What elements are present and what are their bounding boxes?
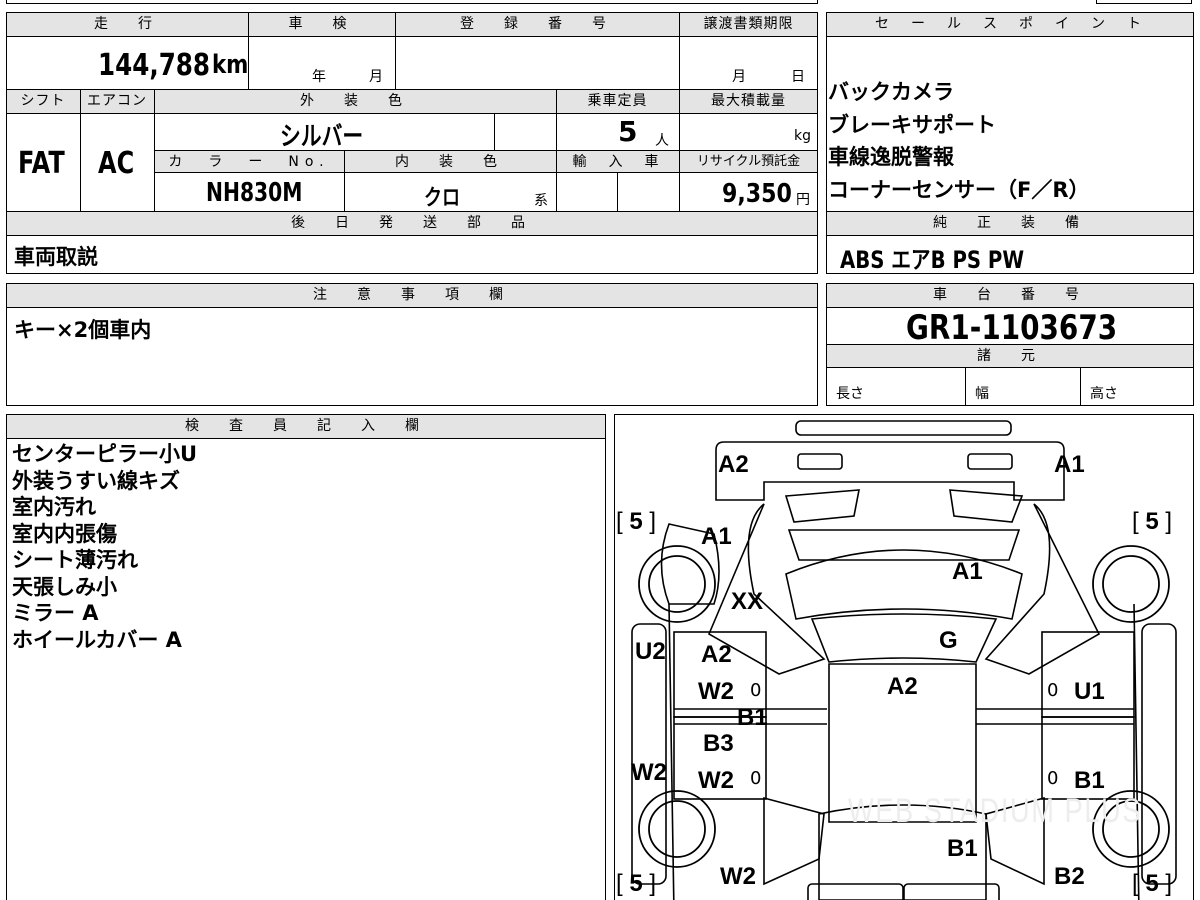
exterior-color-value: シルバー [280,122,364,152]
mark-left-pillar: XX [731,588,764,615]
sales-point-item: バックカメラ [828,80,954,104]
inspector-item: ミラー A [12,601,99,625]
recycle-unit: 円 [796,192,810,208]
mark-rear-left: A2 [718,451,749,478]
mark-left-door-top: A2 [701,641,732,668]
sales-point-item: ブレーキサポート [828,112,996,137]
ac-header: エアコン [87,93,147,109]
spec-length-label: 長さ [836,386,864,402]
inspector-header: 検 査 員 記 入 欄 [185,418,427,434]
later-parts-header: 後 日 発 送 部 品 [291,215,533,231]
top-strip [6,0,818,4]
inspector-list: センターピラー小U 外装うすい線キズ 室内汚れ 室内内張傷 シート薄汚れ 天張し… [12,441,197,653]
exterior-color-header: 外 装 色 [300,93,410,109]
recycle-header: リサイクル預託金 [696,154,801,169]
transfer-deadline-header: 譲渡書類期限 [703,16,794,32]
mark-front-right: B2 [1054,863,1085,890]
interior-color-value: クロ [424,186,461,211]
notes-header: 注 意 事 項 欄 [313,287,511,303]
genuine-equipment-header: 純 正 装 備 [933,215,1087,231]
mark-rear-right: A1 [1054,451,1085,478]
top-strip-right [1096,0,1192,4]
inspector-item: 室内内張傷 [12,521,117,546]
mark-left-mid: B1 [737,704,768,731]
inspector-item: 外装うすい線キズ [12,468,180,493]
color-no-header: カ ラ ー No. [168,154,330,170]
tire-front-right: [ 5 ] [1132,870,1173,897]
inspector-item: 室内汚れ [12,495,96,519]
later-parts-value: 車両取説 [14,245,98,269]
mark-rear-glass: G [939,627,958,654]
genuine-equipment-value: ABS エアB PS PW [840,246,1025,274]
sales-points-list: バックカメラ ブレーキサポート 車線逸脱警報 コーナーセンサー（F／R） [828,79,1090,203]
spec-header: 諸 元 [977,348,1043,364]
tire-front-left: [ 5 ] [616,870,657,897]
mark-left-quarter: A1 [701,523,732,550]
mark-left-rocker-top: U2 [635,638,666,665]
mark-hood: B1 [947,835,978,862]
inspection-year-unit: 年 [312,69,326,85]
zero-mark: 0 [750,768,762,789]
inspection-month-unit: 月 [369,69,383,85]
inspector-item: シート薄汚れ [12,548,138,572]
mark-right-door-top: U1 [1074,678,1105,705]
capacity-unit: 人 [655,133,669,149]
recycle-fee-value: 9,350 [722,179,792,209]
inspection-header: 車 検 [288,16,355,32]
max-load-unit: kg [794,128,811,144]
watermark: WEB STADIUM PLUS [848,792,1143,830]
mark-right-door-bot: B1 [1074,767,1105,794]
registration-header: 登 録 番 号 [460,16,614,32]
zero-mark: 0 [1047,680,1059,701]
color-no-value: NH830M [206,178,303,208]
tire-rear-left: [ 5 ] [616,508,657,535]
mark-left-rocker-bot: W2 [631,759,667,786]
shift-header: シフト [20,93,66,109]
mileage-header: 走 行 [94,16,160,32]
mileage-value: 144,788 [98,48,211,83]
mark-roof: A2 [887,673,918,700]
spec-width-label: 幅 [975,386,989,402]
mark-front-left: W2 [720,863,756,890]
inspector-item: ホイールカバー A [12,627,182,652]
mark-rear-hatch: A1 [952,558,983,585]
sales-points-header: セ ー ル ス ポ イ ン ト [875,16,1145,32]
inspector-item: 天張しみ小 [12,574,117,599]
interior-suffix: 系 [534,193,548,209]
notes-text: キー×2個車内 [14,318,152,342]
deadline-month-unit: 月 [732,69,746,85]
mileage-unit: km [212,50,249,80]
spec-height-label: 高さ [1090,386,1118,402]
chassis-header: 車 台 番 号 [933,287,1087,303]
import-header: 輸 入 車 [572,154,663,170]
shift-value: FAT [18,146,65,181]
mark-left-door-bot2: W2 [698,767,734,794]
deadline-day-unit: 日 [791,69,805,85]
capacity-value: 5 [618,115,638,148]
inspector-item: センターピラー小U [12,442,198,466]
chassis-number: GR1-1103673 [906,308,1118,348]
mark-left-door-bot: B3 [703,730,734,757]
zero-mark: 0 [1047,768,1059,789]
zero-mark: 0 [750,680,762,701]
mark-left-door-top2: W2 [698,678,734,705]
sales-point-item: 車線逸脱警報 [828,145,954,169]
max-load-header: 最大積載量 [711,93,786,109]
ac-value: AC [98,146,135,181]
sales-point-item: コーナーセンサー（F／R） [828,177,1090,202]
tire-rear-right: [ 5 ] [1132,508,1173,535]
capacity-header: 乗車定員 [587,93,648,109]
interior-color-header: 内 装 色 [395,154,505,170]
